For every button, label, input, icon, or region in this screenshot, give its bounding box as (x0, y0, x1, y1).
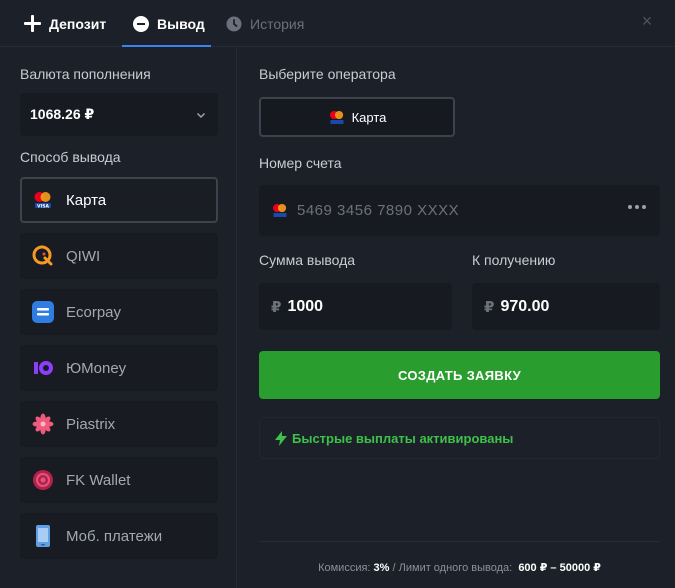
limit-value: 600 ₽ – 50000 ₽ (518, 562, 601, 574)
receive-input (500, 297, 621, 316)
tab-deposit-label: Депозит (49, 15, 107, 32)
operator-select[interactable]: Карта (259, 97, 455, 137)
plus-icon (24, 15, 41, 32)
ecorpay-icon (32, 301, 54, 323)
operator-label: Выберите оператора (259, 66, 396, 82)
more-options-icon[interactable] (628, 205, 646, 209)
method-label-piastrix: Piastrix (66, 415, 116, 433)
tab-withdraw-label: Вывод (157, 15, 205, 32)
amount-input[interactable] (287, 297, 408, 316)
account-input[interactable] (297, 202, 617, 219)
method-item-yumoney[interactable]: ЮMoney (20, 345, 218, 391)
phone-icon (32, 525, 54, 547)
fast-payouts-text: Быстрые выплаты активированы (292, 430, 514, 446)
column-divider (236, 48, 237, 588)
svg-text:VISA: VISA (37, 203, 49, 209)
active-tab-indicator (122, 45, 211, 47)
operator-value: Карта (351, 109, 387, 125)
receive-field: ₽ (472, 283, 660, 330)
card-icon (329, 110, 344, 124)
footer-info: Комиссия: 3% / Лимит одного вывода: 600 … (259, 561, 660, 574)
piastrix-icon (32, 413, 54, 435)
ruble-icon: ₽ (484, 298, 495, 316)
currency-select[interactable]: 1068.26 ₽ (20, 93, 218, 136)
create-request-button[interactable]: СОЗДАТЬ ЗАЯВКУ (259, 351, 660, 399)
minus-circle-icon (133, 15, 149, 32)
ruble-icon: ₽ (271, 298, 282, 316)
fast-payouts-banner: Быстрые выплаты активированы (259, 417, 660, 459)
account-label: Номер счета (259, 155, 342, 171)
method-item-ecorpay[interactable]: Ecorpay (20, 289, 218, 335)
clock-icon (226, 16, 242, 31)
commission-value: 3% (373, 562, 390, 574)
method-item-mobile[interactable]: Моб. платежи (20, 513, 218, 559)
method-label-card: Карта (66, 191, 107, 209)
method-item-card[interactable]: VISA Карта (20, 177, 218, 223)
tab-history-label: История (250, 15, 305, 32)
card-icon: VISA (32, 189, 54, 211)
yumoney-icon (32, 357, 54, 379)
card-icon (273, 203, 287, 218)
currency-label: Валюта пополнения (20, 66, 151, 82)
commission-label: Комиссия: (318, 562, 371, 574)
tab-history[interactable]: История (226, 0, 304, 47)
account-field (259, 185, 660, 236)
method-item-qiwi[interactable]: QIWI (20, 233, 218, 279)
method-label-yumoney: ЮMoney (66, 359, 127, 377)
amount-label: Сумма вывода (259, 252, 356, 268)
method-label-qiwi: QIWI (66, 247, 101, 265)
footer-separator: / (392, 562, 396, 574)
qiwi-icon (32, 245, 54, 267)
amount-field: ₽ (259, 283, 452, 330)
tab-bar: Депозит Вывод История × (0, 0, 675, 47)
method-item-piastrix[interactable]: Piastrix (20, 401, 218, 447)
close-icon[interactable]: × (638, 12, 656, 30)
method-label-ecorpay: Ecorpay (66, 303, 122, 321)
tab-withdraw[interactable]: Вывод (133, 0, 205, 47)
limit-label: Лимит одного вывода: (398, 562, 513, 574)
method-label-mobile: Моб. платежи (66, 527, 163, 545)
method-label-fkwallet: FK Wallet (66, 471, 131, 489)
tab-deposit[interactable]: Депозит (24, 0, 106, 47)
footer-divider (259, 541, 660, 542)
method-label: Способ вывода (20, 149, 121, 165)
fkwallet-icon (32, 469, 54, 491)
chevron-down-icon (196, 112, 206, 118)
method-item-fkwallet[interactable]: FK Wallet (20, 457, 218, 503)
lightning-icon (275, 430, 287, 446)
currency-value: 1068.26 ₽ (30, 106, 95, 122)
receive-label: К получению (472, 252, 556, 268)
